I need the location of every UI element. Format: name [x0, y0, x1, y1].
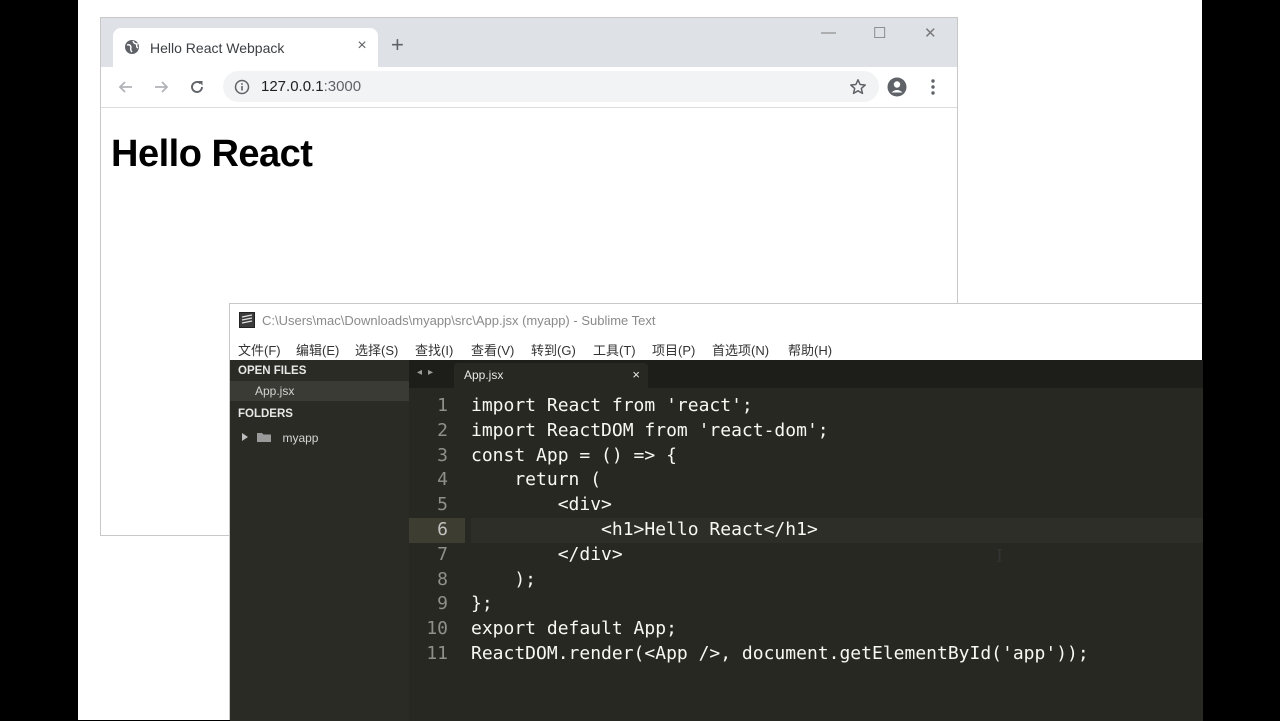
folder-icon — [242, 433, 271, 442]
code-area[interactable]: import React from 'react'; import ReactD… — [471, 394, 1203, 667]
code-line[interactable]: ReactDOM.render(<App />, document.getEle… — [471, 642, 1203, 667]
menu-edit[interactable]: 编辑(E) — [296, 340, 339, 359]
bookmark-star-icon[interactable] — [849, 78, 867, 96]
line-number: 7 — [437, 543, 448, 565]
code-line[interactable]: <div> — [471, 493, 1203, 518]
close-window-button[interactable]: ✕ — [924, 24, 937, 42]
tab-close-button[interactable]: × — [353, 37, 371, 55]
forward-arrow-icon[interactable] — [151, 77, 171, 97]
open-files-heading: OPEN FILES — [238, 365, 307, 377]
editor-titlebar: C:\Users\mac\Downloads\myapp\src\App.jsx… — [230, 304, 1202, 336]
more-menu-icon[interactable] — [927, 77, 939, 97]
code-line[interactable]: import ReactDOM from 'react-dom'; — [471, 419, 1203, 444]
line-number: 2 — [437, 419, 448, 441]
open-file-label: App.jsx — [255, 384, 295, 398]
folder-item-myapp[interactable]: myapp — [242, 429, 318, 447]
minimize-button[interactable]: — — [821, 24, 836, 41]
browser-toolbar: 127.0.0.1:3000 — [101, 67, 957, 108]
url-text: 127.0.0.1:3000 — [261, 78, 361, 95]
menu-goto[interactable]: 转到(G) — [531, 340, 576, 359]
code-editor[interactable]: ◂▸ App.jsx × 1 2 3 4 5 6 7 8 9 10 11 imp… — [409, 360, 1203, 721]
sublime-app-icon — [239, 312, 255, 328]
tab-title: Hello React Webpack — [150, 40, 285, 56]
open-file-item[interactable]: App.jsx — [230, 381, 409, 401]
code-line[interactable]: import React from 'react'; — [471, 394, 1203, 419]
new-tab-button[interactable]: + — [391, 34, 404, 56]
line-number: 4 — [437, 469, 448, 491]
editor-tab-label: App.jsx — [464, 368, 504, 382]
line-number-gutter: 1 2 3 4 5 6 7 8 9 10 11 — [409, 394, 465, 667]
editor-tab-strip: ◂▸ App.jsx × — [409, 360, 1203, 388]
reload-icon[interactable] — [187, 77, 207, 97]
menu-find[interactable]: 查找(I) — [415, 340, 453, 359]
back-arrow-icon[interactable] — [116, 77, 136, 97]
menu-file[interactable]: 文件(F) — [238, 340, 281, 359]
code-line[interactable]: }; — [471, 592, 1203, 617]
editor-tab-app-jsx[interactable]: App.jsx × — [454, 363, 648, 388]
line-number: 3 — [437, 444, 448, 466]
browser-tab[interactable]: Hello React Webpack × — [113, 28, 378, 67]
menu-project[interactable]: 项目(P) — [652, 340, 695, 359]
menu-help[interactable]: 帮助(H) — [788, 340, 832, 359]
tab-scroll-arrows-icon[interactable]: ◂▸ — [417, 367, 439, 378]
line-number: 5 — [437, 494, 448, 516]
line-number: 8 — [437, 568, 448, 590]
browser-tab-strip: Hello React Webpack × + — ☐ ✕ — [101, 18, 957, 67]
address-bar[interactable]: 127.0.0.1:3000 — [223, 71, 879, 102]
editor-sidebar: OPEN FILES App.jsx FOLDERS myapp — [230, 360, 409, 721]
maximize-button[interactable]: ☐ — [873, 24, 886, 42]
menu-preferences[interactable]: 首选项(N) — [712, 340, 769, 359]
url-port: :3000 — [323, 78, 362, 95]
code-line[interactable]: const App = () => { — [471, 444, 1203, 469]
line-number: 1 — [437, 395, 448, 416]
globe-icon — [124, 39, 140, 55]
editor-window: C:\Users\mac\Downloads\myapp\src\App.jsx… — [229, 303, 1203, 721]
code-line[interactable]: </div> — [471, 543, 1203, 568]
editor-menubar: 文件(F) 编辑(E) 选择(S) 查找(I) 查看(V) 转到(G) 工具(T… — [230, 336, 1202, 360]
folder-label: myapp — [282, 431, 319, 445]
info-icon[interactable] — [234, 79, 250, 95]
line-number: 10 — [426, 618, 448, 640]
code-line[interactable]: return ( — [471, 468, 1203, 493]
line-number: 11 — [426, 642, 448, 664]
account-icon[interactable] — [887, 77, 907, 97]
menu-tools[interactable]: 工具(T) — [593, 340, 636, 359]
folders-heading: FOLDERS — [238, 408, 293, 420]
code-line[interactable]: ); — [471, 568, 1203, 593]
url-host: 127.0.0.1 — [261, 78, 324, 95]
code-line[interactable]: export default App; — [471, 617, 1203, 642]
line-number: 9 — [437, 593, 448, 615]
line-number: 6 — [409, 517, 465, 543]
editor-window-title: C:\Users\mac\Downloads\myapp\src\App.jsx… — [262, 313, 656, 328]
editor-tab-close-button[interactable]: × — [632, 367, 640, 382]
menu-view[interactable]: 查看(V) — [471, 340, 514, 359]
page-heading: Hello React — [111, 133, 313, 175]
code-line[interactable]: <h1>Hello React</h1> — [471, 517, 1203, 543]
menu-selection[interactable]: 选择(S) — [355, 340, 398, 359]
text-cursor-icon: I — [996, 546, 1004, 567]
